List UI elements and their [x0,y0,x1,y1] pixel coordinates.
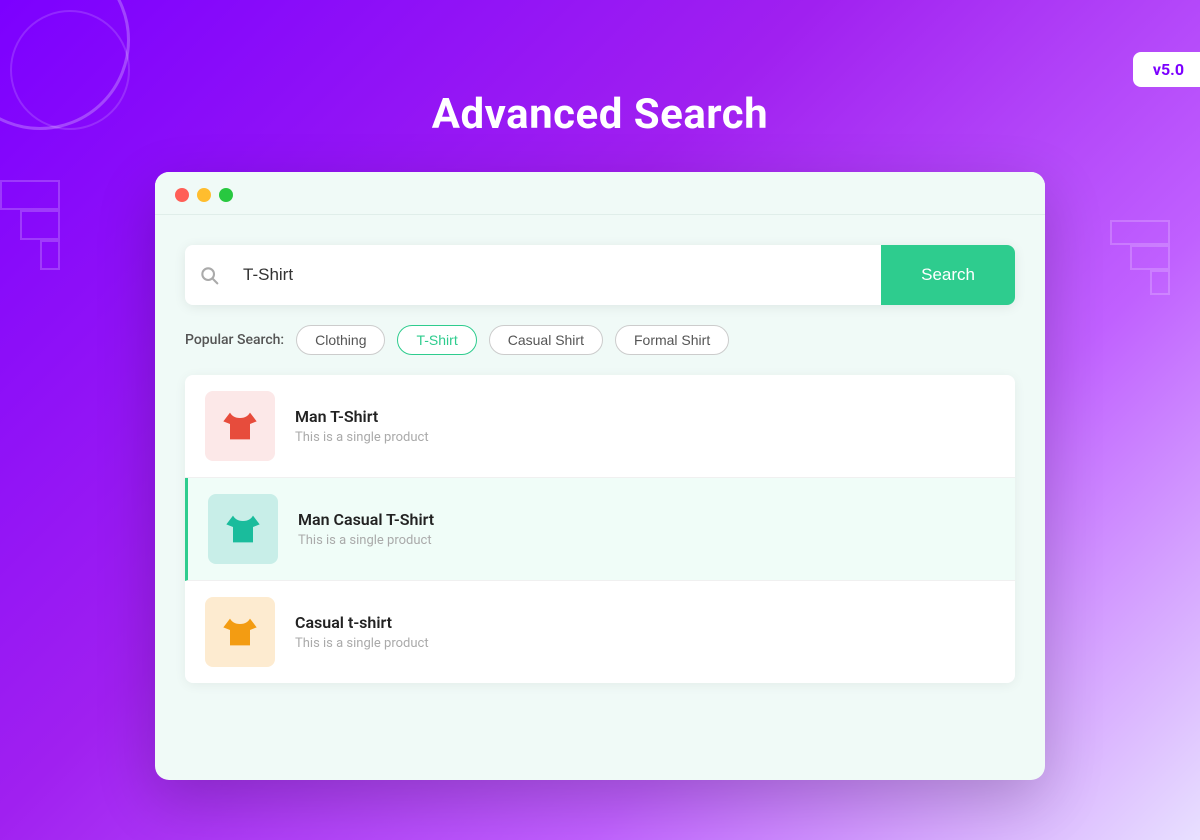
result-item-2[interactable]: Man Casual T-Shirt This is a single prod… [185,478,1015,581]
search-input[interactable] [233,245,881,305]
tshirt-icon-2 [223,509,263,549]
tshirt-icon-1 [220,406,260,446]
popular-tag-tshirt[interactable]: T-Shirt [397,325,476,355]
result-name-3: Casual t-shirt [295,613,995,632]
search-button[interactable]: Search [881,245,1015,305]
popular-tag-casual-shirt[interactable]: Casual Shirt [489,325,603,355]
popular-search-label: Popular Search: [185,332,284,348]
result-name-1: Man T-Shirt [295,407,995,426]
result-desc-2: This is a single product [298,533,995,548]
result-name-2: Man Casual T-Shirt [298,510,995,529]
result-info-2: Man Casual T-Shirt This is a single prod… [298,510,995,548]
result-desc-1: This is a single product [295,430,995,445]
browser-window: Search Popular Search: Clothing T-Shirt … [155,172,1045,780]
bg-decoration-steps-left [0,180,80,300]
search-icon-wrapper [185,265,233,285]
window-minimize-dot[interactable] [197,188,211,202]
browser-content: Search Popular Search: Clothing T-Shirt … [155,215,1045,713]
result-info-1: Man T-Shirt This is a single product [295,407,995,445]
browser-chrome [155,172,1045,215]
result-thumbnail-2 [208,494,278,564]
popular-search-row: Popular Search: Clothing T-Shirt Casual … [185,325,1015,355]
page-title: Advanced Search [0,90,1200,139]
bg-decoration-steps-right [1070,220,1170,300]
popular-tag-clothing[interactable]: Clothing [296,325,385,355]
result-item-1[interactable]: Man T-Shirt This is a single product [185,375,1015,478]
tshirt-icon-3 [220,612,260,652]
search-icon [199,265,219,285]
result-info-3: Casual t-shirt This is a single product [295,613,995,651]
version-badge: v5.0 [1133,52,1200,87]
result-thumbnail-1 [205,391,275,461]
window-close-dot[interactable] [175,188,189,202]
result-desc-3: This is a single product [295,636,995,651]
search-bar: Search [185,245,1015,305]
result-thumbnail-3 [205,597,275,667]
popular-tag-formal-shirt[interactable]: Formal Shirt [615,325,729,355]
window-maximize-dot[interactable] [219,188,233,202]
results-list: Man T-Shirt This is a single product Man… [185,375,1015,683]
result-item-3[interactable]: Casual t-shirt This is a single product [185,581,1015,683]
